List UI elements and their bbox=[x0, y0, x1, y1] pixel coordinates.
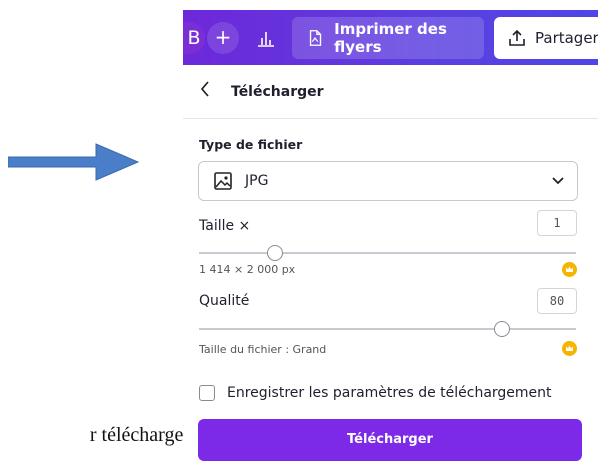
size-input[interactable]: 1 bbox=[537, 210, 577, 236]
download-panel: Télécharger Type de fichier JPG Taille ×… bbox=[183, 65, 598, 474]
size-slider-track[interactable] bbox=[199, 252, 576, 254]
share-button[interactable]: Partager bbox=[494, 17, 598, 59]
chevron-down-icon bbox=[552, 177, 564, 185]
file-type-label: Type de fichier bbox=[199, 137, 303, 152]
dimensions-text: 1 414 × 2 000 px bbox=[199, 263, 296, 276]
back-button[interactable] bbox=[198, 79, 218, 103]
editor-topbar: B + Imprimer des flyers Partager bbox=[183, 10, 598, 65]
quality-slider-thumb[interactable] bbox=[493, 321, 510, 337]
panel-title: Télécharger bbox=[231, 84, 324, 100]
save-settings-label: Enregistrer les paramètres de télécharge… bbox=[227, 385, 552, 401]
print-flyers-label: Imprimer des flyers bbox=[334, 20, 447, 56]
size-label: Taille × bbox=[199, 218, 251, 234]
file-type-value: JPG bbox=[245, 173, 269, 189]
size-slider-thumb[interactable] bbox=[267, 245, 284, 261]
quality-input[interactable]: 80 bbox=[537, 288, 577, 314]
add-collaborator-button[interactable]: + bbox=[207, 22, 239, 54]
share-upload-icon bbox=[509, 29, 525, 46]
chevron-left-icon bbox=[200, 81, 209, 97]
file-type-select[interactable]: JPG bbox=[198, 161, 578, 201]
share-label: Partager bbox=[535, 29, 598, 47]
avatar[interactable]: B bbox=[183, 22, 205, 54]
print-product-icon bbox=[309, 30, 322, 46]
image-icon bbox=[214, 172, 232, 190]
print-flyers-button[interactable]: Imprimer des flyers bbox=[292, 17, 484, 59]
background-partial-text: r télécharger bbox=[89, 424, 190, 446]
bar-chart-icon bbox=[258, 32, 274, 47]
insights-button[interactable] bbox=[247, 22, 285, 54]
save-settings-row[interactable]: Enregistrer les paramètres de télécharge… bbox=[199, 385, 552, 401]
file-size-text: Taille du fichier : Grand bbox=[199, 343, 327, 356]
download-button[interactable]: Télécharger bbox=[198, 419, 582, 461]
crown-icon bbox=[562, 341, 577, 356]
quality-slider-track[interactable] bbox=[199, 328, 576, 330]
save-settings-checkbox[interactable] bbox=[199, 385, 215, 401]
panel-header: Télécharger bbox=[183, 65, 598, 119]
crown-icon bbox=[562, 262, 577, 277]
annotation-arrow bbox=[8, 143, 140, 181]
quality-label: Qualité bbox=[199, 293, 250, 309]
